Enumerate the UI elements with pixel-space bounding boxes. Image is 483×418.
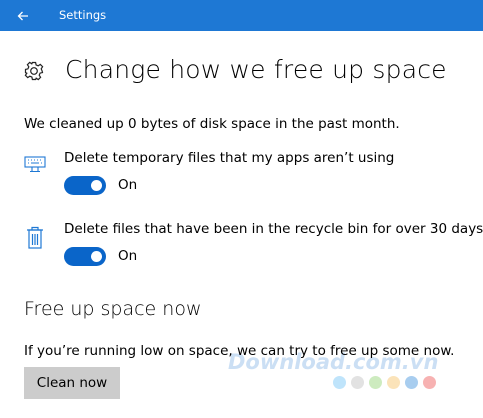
back-arrow-icon (17, 11, 28, 20)
watermark-dots (333, 376, 436, 389)
clean-now-button[interactable]: Clean now (24, 367, 120, 399)
recycle-bin-option-label: Delete files that have been in the recyc… (64, 221, 483, 237)
title-bar: Settings (0, 0, 483, 31)
free-up-section-title: Free up space now (24, 298, 202, 320)
watermark-dot (387, 376, 400, 389)
window-title: Settings (59, 8, 107, 22)
watermark-dot (369, 376, 382, 389)
toggle-knob (91, 180, 102, 191)
watermark-dot (423, 376, 436, 389)
temp-files-option-label: Delete temporary files that my apps aren… (64, 150, 395, 166)
keyboard-icon (24, 156, 46, 173)
recycle-bin-icon (27, 226, 43, 249)
temp-files-toggle-state: On (118, 177, 138, 193)
page-title: Change how we free up space (65, 55, 447, 84)
back-button[interactable] (0, 0, 46, 31)
watermark-dot (351, 376, 364, 389)
gear-icon (24, 61, 44, 81)
temp-files-toggle[interactable] (64, 176, 106, 195)
watermark-dot (405, 376, 418, 389)
watermark-dot (333, 376, 346, 389)
free-up-description: If you’re running low on space, we can t… (24, 343, 455, 359)
toggle-knob (91, 251, 102, 262)
recycle-bin-toggle-state: On (118, 248, 138, 264)
recycle-bin-toggle[interactable] (64, 247, 106, 266)
cleanup-summary: We cleaned up 0 bytes of disk space in t… (24, 116, 400, 132)
